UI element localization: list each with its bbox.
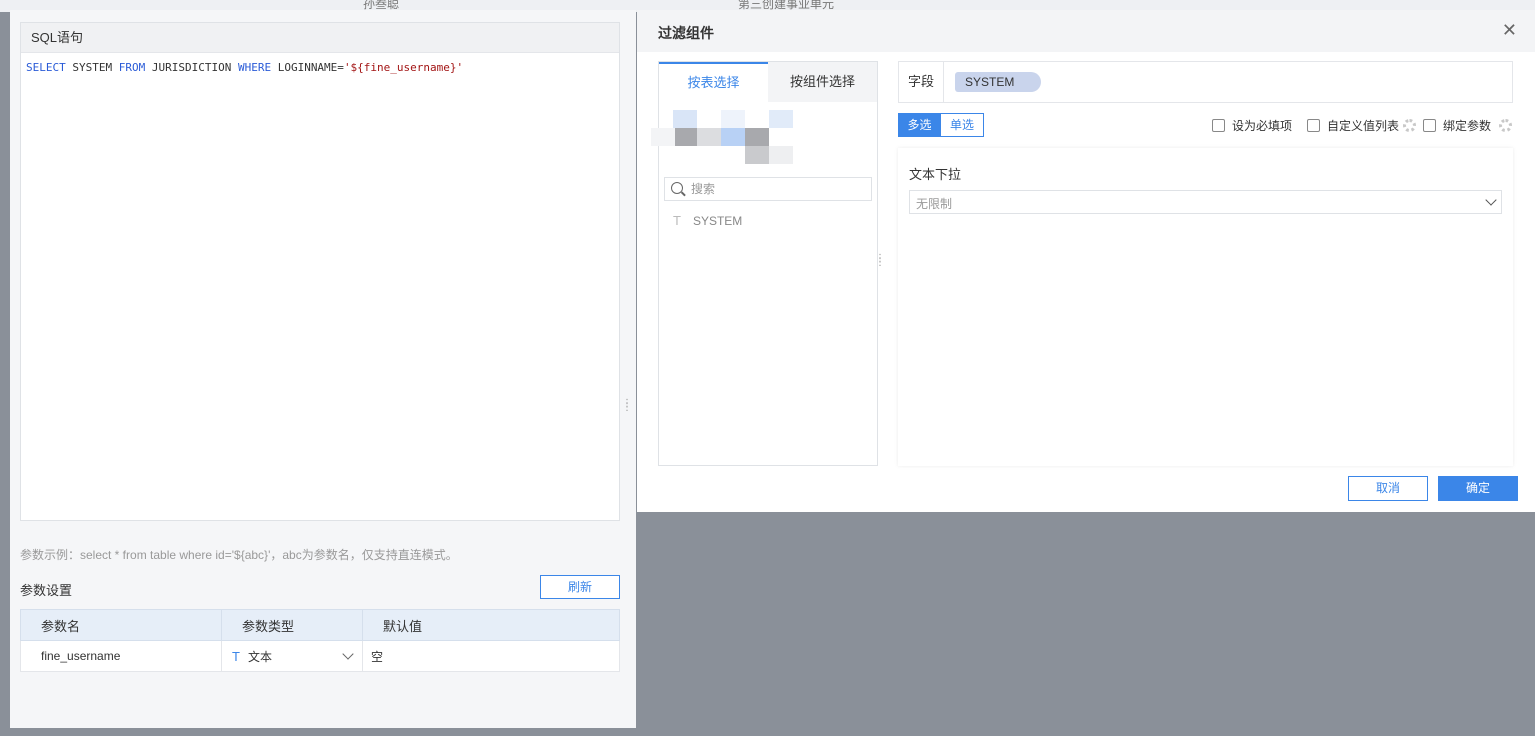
text-type-icon: T bbox=[232, 648, 240, 664]
dialog-title: 过滤组件 bbox=[658, 25, 714, 41]
filter-config-panel: 字段 SYSTEM 多选 单选 设为必填项 自定义值列表 绑定参数 文本下拉 无… bbox=[898, 61, 1513, 466]
sql-keyword-select: SELECT bbox=[26, 61, 66, 74]
close-icon[interactable]: ✕ bbox=[1502, 21, 1517, 39]
param-table-header: 参数名 参数类型 默认值 bbox=[20, 609, 620, 641]
refresh-button[interactable]: 刷新 bbox=[540, 575, 620, 599]
custom-value-list-checkbox[interactable]: 自定义值列表 bbox=[1307, 117, 1417, 134]
sql-keyword-from: FROM bbox=[118, 61, 146, 74]
col-param-name: 参数名 bbox=[20, 609, 222, 641]
param-hint: 参数示例：select * from table where id='${abc… bbox=[20, 548, 458, 562]
param-type-value: 文本 bbox=[247, 649, 272, 664]
required-checkbox[interactable]: 设为必填项 bbox=[1212, 117, 1292, 134]
tab-by-component[interactable]: 按组件选择 bbox=[768, 62, 877, 102]
sql-keyword-where: WHERE bbox=[237, 61, 272, 74]
bind-param-checkbox[interactable]: 绑定参数 bbox=[1423, 117, 1513, 134]
default-value-input[interactable]: 空 bbox=[362, 640, 620, 672]
field-name: SYSTEM bbox=[692, 214, 743, 228]
sql-dataset-panel: SQL语句 SELECT SYSTEM FROM JURISDICTION WH… bbox=[10, 10, 636, 728]
source-tabs: 按表选择 按组件选择 bbox=[659, 62, 877, 102]
required-label: 设为必填项 bbox=[1232, 119, 1293, 133]
sql-condition: LOGINNAME= bbox=[271, 61, 344, 74]
sql-editor[interactable]: SQL语句 SELECT SYSTEM FROM JURISDICTION WH… bbox=[20, 22, 620, 521]
param-table: 参数名 参数类型 默认值 fine_username T 文本 空 bbox=[20, 609, 620, 672]
col-default-value: 默认值 bbox=[362, 609, 620, 641]
field-label: 字段 bbox=[899, 62, 944, 102]
param-name-cell: fine_username bbox=[20, 640, 222, 672]
sql-string-value: '${fine_username}' bbox=[343, 61, 464, 74]
single-select-button[interactable]: 单选 bbox=[941, 113, 984, 137]
component-preview: 文本下拉 无限制 bbox=[898, 148, 1513, 466]
field-drop-zone[interactable]: 字段 SYSTEM bbox=[898, 61, 1513, 103]
param-type-select[interactable]: T 文本 bbox=[221, 640, 363, 672]
text-dropdown-select[interactable]: 无限制 bbox=[909, 190, 1502, 214]
cancel-button[interactable]: 取消 bbox=[1348, 476, 1428, 501]
param-settings-title: 参数设置 bbox=[20, 583, 73, 598]
chevron-down-icon bbox=[342, 648, 354, 660]
sql-field: SYSTEM bbox=[65, 61, 119, 74]
preview-label: 文本下拉 bbox=[909, 167, 962, 182]
resize-handle-icon[interactable]: ⋮ ⋮ bbox=[875, 254, 885, 271]
tab-by-table[interactable]: 按表选择 bbox=[659, 62, 768, 102]
filter-component-dialog: 过滤组件 ✕ 按表选择 按组件选择 T SYSTEM ⋮⋮ bbox=[637, 10, 1535, 512]
select-value: 无限制 bbox=[916, 197, 953, 211]
sql-code[interactable]: SELECT SYSTEM FROM JURISDICTION WHERE LO… bbox=[21, 53, 619, 82]
gear-icon[interactable] bbox=[1499, 119, 1513, 132]
dialog-header: 过滤组件 ✕ bbox=[637, 10, 1535, 52]
selection-mode-toggle: 多选 单选 bbox=[898, 113, 984, 137]
gear-icon[interactable] bbox=[1403, 119, 1417, 132]
custom-value-list-label: 自定义值列表 bbox=[1327, 119, 1400, 133]
col-param-type: 参数类型 bbox=[221, 609, 363, 641]
search-input[interactable] bbox=[691, 180, 866, 198]
checkbox-box[interactable] bbox=[1212, 119, 1225, 132]
bind-param-label: 绑定参数 bbox=[1443, 119, 1492, 133]
list-item[interactable]: T SYSTEM bbox=[673, 213, 742, 228]
search-icon bbox=[671, 182, 683, 194]
field-chip[interactable]: SYSTEM bbox=[955, 72, 1041, 92]
confirm-button[interactable]: 确定 bbox=[1438, 476, 1518, 501]
blurred-dataset-name bbox=[651, 110, 811, 170]
sql-table: JURISDICTION bbox=[145, 61, 238, 74]
field-source-panel: 按表选择 按组件选择 T SYSTEM bbox=[651, 61, 878, 466]
checkbox-box[interactable] bbox=[1307, 119, 1320, 132]
text-type-icon: T bbox=[673, 213, 681, 228]
resize-handle-icon[interactable]: ⋮ ⋮ bbox=[622, 399, 632, 416]
chevron-down-icon bbox=[1485, 194, 1497, 206]
table-row: fine_username T 文本 空 bbox=[20, 640, 620, 672]
field-search[interactable] bbox=[664, 177, 872, 201]
checkbox-box[interactable] bbox=[1423, 119, 1436, 132]
multi-select-button[interactable]: 多选 bbox=[898, 113, 941, 137]
sql-editor-title: SQL语句 bbox=[21, 23, 619, 53]
